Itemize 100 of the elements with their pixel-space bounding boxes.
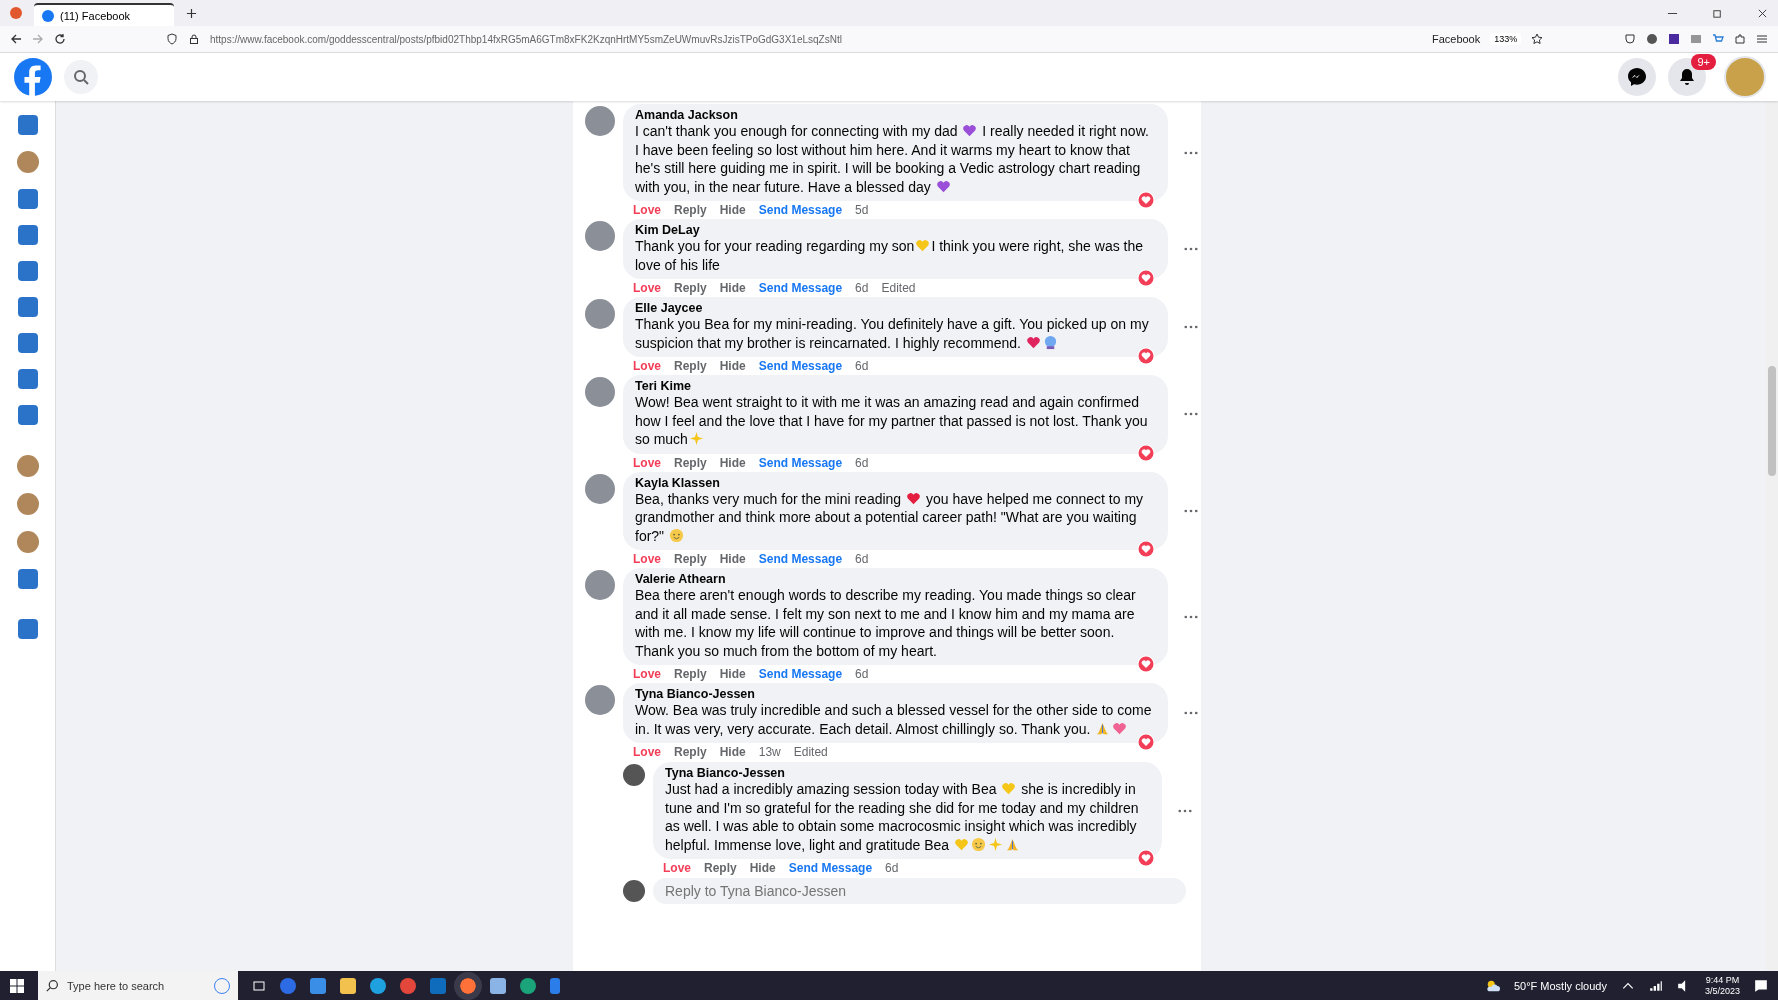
shield-icon[interactable] [166, 33, 178, 45]
more-options-icon[interactable] [1184, 247, 1198, 251]
notification-center-icon[interactable] [1754, 978, 1768, 993]
send-message-link[interactable]: Send Message [758, 455, 843, 470]
comment-time[interactable]: 6d [885, 861, 899, 875]
hide-link[interactable]: Hide [719, 359, 746, 373]
reply-link[interactable]: Reply [704, 861, 737, 875]
comment-author[interactable]: Tyna Bianco-Jessen [665, 766, 1150, 780]
hide-link[interactable]: Hide [719, 281, 746, 295]
restore-icon[interactable] [1712, 7, 1723, 19]
love-link[interactable]: Love [633, 455, 661, 470]
lock-icon[interactable] [188, 33, 200, 45]
more-options-icon[interactable] [1184, 614, 1198, 619]
hide-link[interactable]: Hide [749, 861, 776, 875]
comment-time[interactable]: 6d [855, 552, 869, 566]
comment-time[interactable]: 6d [855, 455, 869, 470]
hide-link[interactable]: Hide [719, 552, 746, 566]
close-icon[interactable] [1757, 7, 1768, 19]
love-reaction-icon[interactable] [1137, 540, 1155, 558]
comment-author[interactable]: Valerie Athearn [635, 572, 1156, 586]
wifi-icon[interactable] [1648, 978, 1663, 993]
love-link[interactable]: Love [633, 745, 661, 759]
avatar[interactable] [585, 473, 615, 504]
send-message-link[interactable]: Send Message [758, 359, 843, 373]
reply-field[interactable]: Reply to Tyna Bianco-Jessen [653, 878, 1186, 904]
reload-icon[interactable] [54, 33, 66, 45]
send-message-link[interactable]: Send Message [758, 203, 843, 217]
love-reaction-icon[interactable] [1137, 655, 1155, 673]
reply-link[interactable]: Reply [674, 203, 707, 217]
clock-date[interactable]: 3/5/2023 [1704, 985, 1740, 997]
love-reaction-icon[interactable] [1137, 733, 1155, 751]
hide-link[interactable]: Hide [719, 667, 746, 681]
love-link[interactable]: Love [663, 861, 691, 875]
love-reaction-icon[interactable] [1137, 347, 1155, 365]
comment-author[interactable]: Teri Kime [635, 379, 1156, 393]
account-avatar[interactable] [1724, 56, 1766, 98]
love-link[interactable]: Love [633, 552, 661, 566]
more-options-icon[interactable] [1184, 508, 1198, 513]
comment-time[interactable]: 6d [855, 359, 869, 373]
menu-icon[interactable] [1756, 33, 1768, 45]
more-options-icon[interactable] [1184, 325, 1198, 329]
reply-link[interactable]: Reply [674, 552, 707, 566]
reply-link[interactable]: Reply [674, 667, 707, 681]
avatar[interactable] [585, 106, 615, 136]
comment-author[interactable]: Amanda Jackson [635, 108, 1156, 122]
love-reaction-icon[interactable] [1137, 849, 1155, 867]
love-link[interactable]: Love [633, 281, 661, 295]
send-message-link[interactable]: Send Message [788, 861, 873, 875]
zoom-level[interactable]: 133% [1490, 33, 1522, 45]
search-button[interactable] [64, 60, 98, 94]
comment-author[interactable]: Tyna Bianco-Jessen [635, 687, 1156, 701]
url-field[interactable]: https://www.facebook.com/goddesscentral/posts/pfbid02Thbp14fxRG5mA6GTm8xFK2KzqnHrtMY5smZeUWmuvRsJzisTPoGdG3X1eLsqZsNtl [210, 33, 842, 45]
taskbar-search-field[interactable]: Type here to search [38, 971, 238, 1000]
browser-tab[interactable]: (11) Facebook [34, 3, 174, 26]
comment-time[interactable]: 6d [855, 281, 869, 295]
pocket-icon[interactable] [1624, 33, 1636, 45]
more-options-icon[interactable] [1184, 150, 1198, 155]
hide-link[interactable]: Hide [719, 203, 746, 217]
love-link[interactable]: Love [633, 359, 661, 373]
comment-author[interactable]: Kim DeLay [635, 223, 1156, 237]
avatar[interactable] [585, 570, 615, 600]
edited-label[interactable]: Edited [881, 281, 916, 295]
hide-link[interactable]: Hide [719, 745, 746, 759]
scrollbar-thumb[interactable] [1768, 366, 1776, 476]
bookmark-link[interactable]: Facebook [1431, 33, 1481, 45]
avatar[interactable] [623, 764, 645, 786]
send-message-link[interactable]: Send Message [758, 552, 843, 566]
weather-text[interactable]: 50°F Mostly cloudy [1513, 979, 1607, 992]
star-icon[interactable] [1531, 33, 1544, 45]
clock-time[interactable]: 9:44 PM [1705, 974, 1740, 986]
new-tab-icon[interactable] [186, 7, 197, 19]
avatar[interactable] [585, 685, 615, 715]
love-reaction-icon[interactable] [1137, 269, 1155, 287]
comment-time[interactable]: 5d [855, 203, 869, 217]
more-options-icon[interactable] [1184, 711, 1198, 715]
reply-link[interactable]: Reply [674, 745, 707, 759]
reply-link[interactable]: Reply [674, 455, 707, 470]
reply-link[interactable]: Reply [674, 359, 707, 373]
back-icon[interactable] [10, 33, 22, 45]
send-message-link[interactable]: Send Message [758, 281, 843, 295]
reply-link[interactable]: Reply [674, 281, 707, 295]
avatar[interactable] [585, 221, 615, 251]
comment-time[interactable]: 6d [855, 667, 869, 681]
love-link[interactable]: Love [633, 667, 661, 681]
more-options-icon[interactable] [1184, 412, 1198, 417]
cart-icon[interactable] [1712, 33, 1724, 45]
windows-start-icon[interactable] [10, 978, 24, 993]
avatar[interactable] [585, 299, 615, 329]
comment-time[interactable]: 13w [758, 745, 781, 759]
avatar[interactable] [585, 377, 615, 407]
facebook-logo-icon[interactable] [14, 58, 52, 96]
messenger-button[interactable] [1618, 58, 1656, 96]
weather-cloud-icon[interactable] [1485, 978, 1500, 993]
hide-link[interactable]: Hide [719, 455, 746, 470]
love-reaction-icon[interactable] [1137, 443, 1155, 462]
comment-author[interactable]: Kayla Klassen [635, 475, 1156, 490]
send-message-link[interactable]: Send Message [758, 667, 843, 681]
love-link[interactable]: Love [633, 203, 661, 217]
edited-label[interactable]: Edited [793, 745, 828, 759]
more-options-icon[interactable] [1178, 808, 1192, 813]
